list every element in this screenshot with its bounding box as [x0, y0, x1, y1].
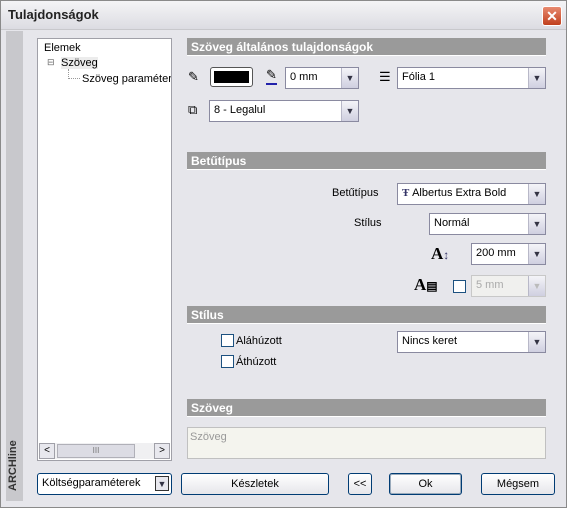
- spacing-select[interactable]: 5 mm ▼: [471, 275, 546, 297]
- tree-item-elements[interactable]: Elemek: [44, 42, 81, 54]
- truetype-icon: Ŧ: [402, 187, 413, 199]
- text-spacing-icon: A▤: [414, 275, 438, 294]
- draw-order-select[interactable]: 8 - Legalul ▼: [209, 100, 359, 122]
- font-label: Betűtípus: [332, 187, 379, 199]
- style-section-header: Stílus: [187, 306, 546, 324]
- layer-select[interactable]: Fólia 1 ▼: [397, 67, 546, 89]
- properties-dialog: Tulajdonságok ✕ ARCHline Elemek ⊟ Szöveg…: [0, 0, 567, 508]
- spacing-value: 5 mm: [476, 279, 504, 291]
- strikethrough-label[interactable]: Áthúzott: [236, 356, 276, 368]
- dropdown-arrow-icon: ▼: [155, 476, 169, 491]
- brand-strip: [6, 31, 23, 501]
- text-height-icon: A↕: [431, 244, 450, 263]
- font-section-header: Betűtípus: [187, 152, 546, 170]
- cost-params-value: Költségparaméterek: [42, 477, 141, 489]
- cost-params-select[interactable]: Költségparaméterek ▼: [37, 473, 172, 495]
- tree-item-text[interactable]: Szöveg: [61, 57, 98, 69]
- frame-select[interactable]: Nincs keret ▼: [397, 331, 546, 353]
- line-width-select[interactable]: 0 mm ▼: [285, 67, 359, 89]
- strikethrough-checkbox[interactable]: [221, 355, 234, 368]
- text-content-field[interactable]: Szöveg: [187, 427, 546, 459]
- layers-icon: ☰: [379, 69, 391, 84]
- scroll-left-button[interactable]: <: [39, 443, 55, 459]
- line-width-value: 0 mm: [290, 71, 318, 83]
- layer-value: Fólia 1: [402, 71, 436, 83]
- color-button[interactable]: [210, 67, 253, 87]
- back-button[interactable]: <<: [348, 473, 372, 495]
- ok-button[interactable]: Ok: [389, 473, 462, 495]
- draw-order-value: 8 - Legalul: [214, 104, 266, 116]
- pen-color-icon: ✎: [188, 69, 199, 84]
- font-style-value: Normál: [434, 217, 470, 229]
- element-tree[interactable]: Elemek ⊟ Szöveg Szöveg paraméterei < III…: [37, 38, 172, 461]
- color-swatch: [214, 71, 249, 83]
- tree-item-text-params[interactable]: Szöveg paraméterei: [82, 73, 171, 85]
- frame-value: Nincs keret: [402, 335, 458, 347]
- cancel-button[interactable]: Mégsem: [481, 473, 555, 495]
- underline-checkbox[interactable]: [221, 334, 234, 347]
- scroll-right-button[interactable]: >: [154, 443, 170, 459]
- title-bar: Tulajdonságok ✕: [1, 1, 566, 30]
- close-button[interactable]: ✕: [542, 6, 562, 26]
- dialog-title: Tulajdonságok: [8, 7, 99, 22]
- style-label: Stílus: [354, 217, 382, 229]
- font-select[interactable]: Ŧ Albertus Extra Bold ▼: [397, 183, 546, 205]
- collapse-icon[interactable]: ⊟: [47, 57, 55, 68]
- spacing-checkbox[interactable]: [453, 280, 466, 293]
- text-height-value: 200 mm: [476, 247, 516, 259]
- text-section-header: Szöveg: [187, 399, 546, 417]
- text-height-select[interactable]: 200 mm ▼: [471, 243, 546, 265]
- font-style-select[interactable]: Normál ▼: [429, 213, 546, 235]
- presets-button[interactable]: Készletek: [181, 473, 329, 495]
- brand-label: ARCHline: [7, 440, 19, 491]
- scroll-thumb[interactable]: III: [57, 444, 135, 458]
- draw-order-icon: ⧉: [188, 102, 198, 117]
- underline-label[interactable]: Aláhúzott: [236, 335, 282, 347]
- line-width-icon: ✎: [266, 67, 277, 85]
- general-section-header: Szöveg általános tulajdonságok: [187, 38, 546, 56]
- horizontal-scrollbar[interactable]: < III >: [39, 443, 170, 459]
- font-value: Albertus Extra Bold: [412, 187, 507, 199]
